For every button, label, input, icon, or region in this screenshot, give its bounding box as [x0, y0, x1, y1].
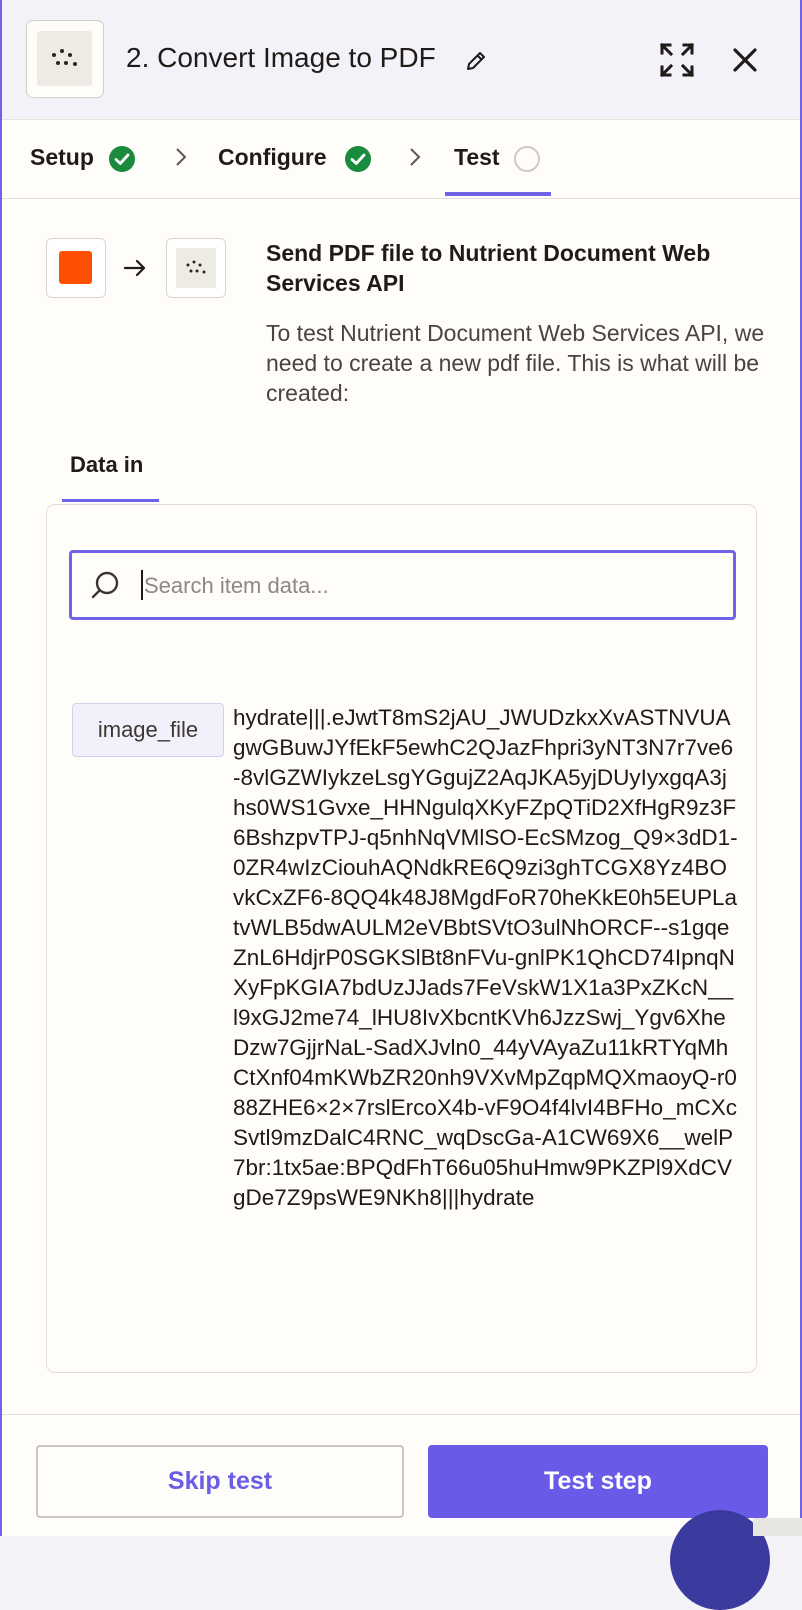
data-in-panel: image_file hydrate|||.eJwtT8mS2jAU_JWUDz…: [46, 504, 757, 1373]
flow-title: Send PDF file to Nutrient Document Web S…: [266, 240, 711, 296]
field-key-badge[interactable]: image_file: [72, 703, 224, 757]
footer-bar: Skip test Test step: [2, 1414, 800, 1536]
destination-app-icon: [166, 238, 226, 298]
close-icon[interactable]: [730, 45, 760, 75]
flow-description: To test Nutrient Document Web Services A…: [266, 320, 765, 406]
nutrient-dots-logo: [37, 31, 92, 86]
search-field[interactable]: [69, 550, 736, 620]
step-panel: 2. Convert Image to PDF Setup Configure: [0, 0, 802, 1536]
data-in-tab-indicator: [62, 499, 159, 502]
tab-setup[interactable]: Setup: [30, 144, 94, 171]
chevron-right-icon: [176, 148, 187, 166]
test-step-button[interactable]: Test step: [428, 1445, 768, 1518]
check-circle-icon: [345, 146, 371, 172]
check-circle-icon: [109, 146, 135, 172]
tab-data-in[interactable]: Data in: [70, 452, 143, 478]
chevron-right-icon: [410, 148, 421, 166]
expand-icon[interactable]: [659, 42, 695, 78]
tab-configure[interactable]: Configure: [218, 144, 327, 171]
search-input[interactable]: [142, 565, 716, 607]
tab-test[interactable]: Test: [454, 144, 500, 171]
skip-test-button[interactable]: Skip test: [36, 1445, 404, 1518]
field-value: hydrate|||.eJwtT8mS2jAU_JWUDzkxXvASTNVUA…: [233, 705, 738, 1210]
app-icon-tile: [26, 20, 104, 98]
source-app-icon: [46, 238, 106, 298]
step-title[interactable]: 2. Convert Image to PDF: [126, 42, 436, 74]
step-tabs: Setup Configure Test: [2, 120, 800, 199]
active-tab-indicator: [445, 192, 551, 196]
pending-circle-icon: [514, 146, 540, 172]
screen-edge: [753, 1518, 802, 1536]
arrow-right-icon: [123, 259, 146, 277]
panel-header: 2. Convert Image to PDF: [2, 0, 800, 120]
search-icon: [91, 571, 119, 599]
pencil-icon[interactable]: [464, 49, 488, 73]
